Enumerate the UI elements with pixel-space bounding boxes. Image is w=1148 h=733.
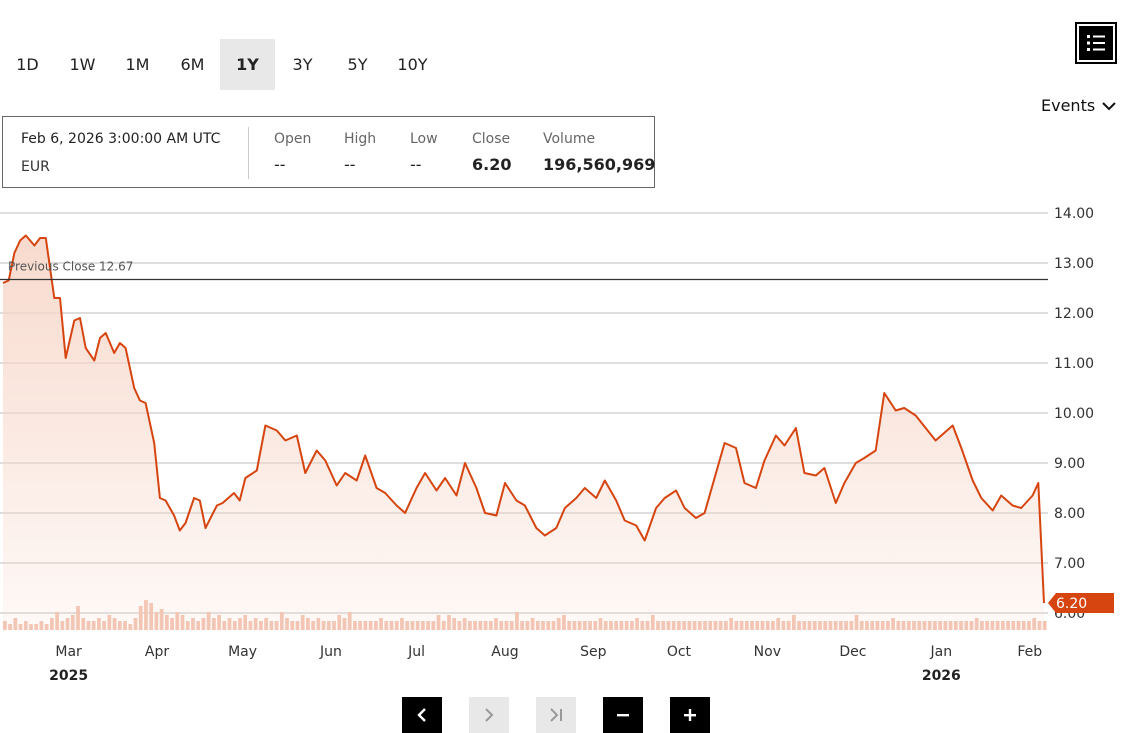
volume-value: 196,560,969 — [543, 155, 656, 174]
x-tick-label: May — [228, 644, 257, 660]
quote-date: Feb 6, 2026 3:00:00 AM UTC — [21, 131, 221, 147]
x-tick-label: Sep — [580, 644, 607, 660]
range-1y[interactable]: 1Y — [220, 39, 275, 90]
volume-label: Volume — [543, 131, 596, 147]
chevron-left-icon — [417, 708, 426, 722]
y-tick-label: 9.00 — [1054, 456, 1085, 472]
open-value: -- — [274, 155, 286, 174]
chart-menu-button[interactable] — [1075, 22, 1117, 64]
close-value: 6.20 — [472, 155, 512, 174]
price-area — [3, 235, 1044, 630]
scroll-forward-button[interactable] — [469, 697, 509, 733]
range-1d[interactable]: 1D — [0, 39, 55, 90]
y-tick-label: 10.00 — [1054, 406, 1094, 422]
x-tick-label: Aug — [491, 644, 518, 660]
y-tick-label: 11.00 — [1054, 356, 1094, 372]
low-label: Low — [410, 131, 438, 147]
x-tick-label: Mar — [55, 644, 82, 660]
zoom-in-button[interactable] — [670, 697, 710, 733]
low-value: -- — [410, 155, 422, 174]
list-icon — [1079, 26, 1113, 60]
year-label: 2025 — [49, 668, 88, 684]
y-tick-label: 14.00 — [1054, 206, 1094, 222]
range-10y[interactable]: 10Y — [385, 39, 440, 90]
x-tick-label: Feb — [1017, 644, 1042, 660]
events-dropdown[interactable]: Events — [1041, 96, 1117, 115]
scroll-back-button[interactable] — [402, 697, 442, 733]
range-6m[interactable]: 6M — [165, 39, 220, 90]
y-tick-label: 7.00 — [1054, 556, 1085, 572]
range-5y[interactable]: 5Y — [330, 39, 385, 90]
zoom-out-button[interactable] — [603, 697, 643, 733]
close-label: Close — [472, 131, 511, 147]
info-divider — [248, 127, 249, 179]
range-1w[interactable]: 1W — [55, 39, 110, 90]
x-tick-label: Jul — [407, 644, 425, 660]
x-tick-label: Apr — [145, 644, 169, 660]
chevron-right-icon — [485, 708, 494, 722]
plus-icon — [684, 709, 696, 721]
range-1m[interactable]: 1M — [110, 39, 165, 90]
chevron-down-icon — [1102, 101, 1116, 110]
y-tick-label: 13.00 — [1054, 256, 1094, 272]
volume-column: Volume 196,560,969 — [543, 131, 655, 174]
y-tick-label: 12.00 — [1054, 306, 1094, 322]
x-tick-label: Dec — [839, 644, 866, 660]
x-tick-label: Nov — [754, 644, 781, 660]
high-column: High -- — [344, 131, 376, 174]
low-column: Low -- — [410, 131, 438, 174]
skip-to-latest-icon — [550, 708, 562, 722]
x-tick-label: Jun — [319, 644, 342, 660]
range-selector: 1D 1W 1M 6M 1Y 3Y 5Y 10Y — [0, 39, 440, 90]
x-tick-label: Jan — [930, 644, 953, 660]
quote-currency: EUR — [21, 159, 50, 175]
open-column: Open -- — [274, 131, 311, 174]
high-label: High — [344, 131, 377, 147]
skip-to-latest-button[interactable] — [536, 697, 576, 733]
events-label: Events — [1041, 96, 1096, 115]
previous-close-label: Previous Close 12.67 — [8, 260, 133, 274]
year-label: 2026 — [922, 668, 961, 684]
quote-info-panel: Feb 6, 2026 3:00:00 AM UTC EUR Open -- H… — [2, 116, 655, 188]
range-3y[interactable]: 3Y — [275, 39, 330, 90]
price-chart[interactable]: 14.0013.0012.0011.0010.009.008.007.006.0… — [0, 195, 1148, 690]
high-value: -- — [344, 155, 356, 174]
y-tick-label: 8.00 — [1054, 506, 1085, 522]
last-value-label: 6.20 — [1056, 596, 1087, 612]
x-tick-label: Oct — [667, 644, 692, 660]
open-label: Open — [274, 131, 312, 147]
minus-icon — [617, 714, 629, 717]
close-column: Close 6.20 — [472, 131, 511, 174]
